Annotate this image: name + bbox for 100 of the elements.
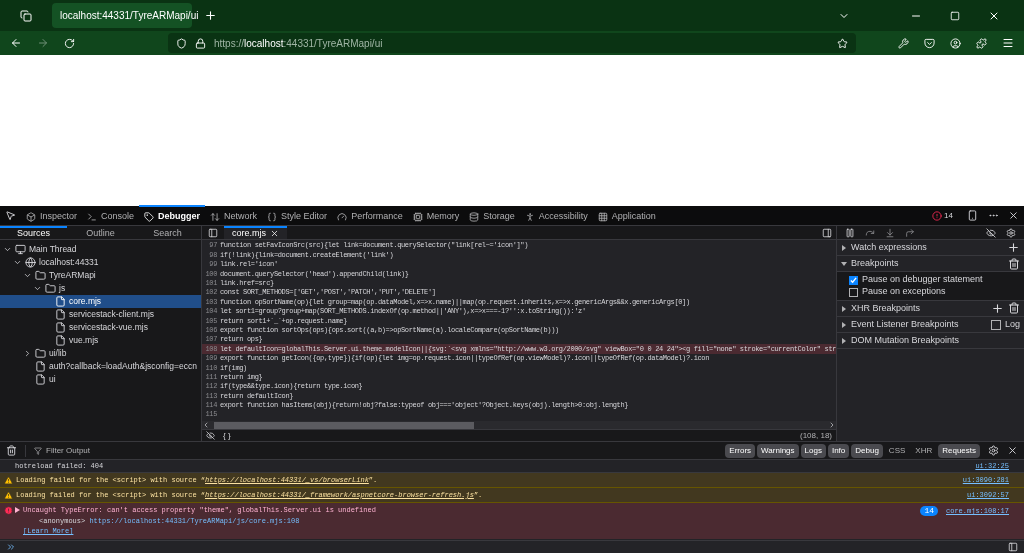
- prompt-icon: [6, 542, 16, 552]
- account-icon[interactable]: [950, 37, 961, 49]
- error-count[interactable]: 14: [932, 209, 953, 222]
- wrench-icon[interactable]: [898, 37, 909, 49]
- caret-icon: [841, 244, 847, 251]
- settings-icon[interactable]: [1006, 227, 1016, 238]
- cursor-position: (108, 18): [799, 429, 832, 442]
- section-header[interactable]: DOM Mutation Breakpoints: [837, 333, 1024, 349]
- expand-caret-icon[interactable]: [15, 507, 20, 514]
- arrows-icon: [210, 211, 221, 222]
- devtools-tab[interactable]: Network: [205, 205, 263, 226]
- devtools-tab[interactable]: Performance: [332, 205, 408, 226]
- settings-icon[interactable]: [988, 445, 999, 456]
- lock-icon: [195, 37, 206, 49]
- devtools-tab[interactable]: Application: [592, 205, 661, 226]
- section-header[interactable]: XHR Breakpoints: [837, 301, 1024, 317]
- tree-item[interactable]: ui/lib: [0, 347, 201, 360]
- log-checkbox[interactable]: [990, 319, 1001, 330]
- devtools-tab[interactable]: Accessibility: [519, 205, 593, 226]
- panel-toggle-icon[interactable]: [822, 227, 832, 238]
- section-header[interactable]: Watch expressions: [837, 240, 1024, 256]
- devtools-tab[interactable]: Inspector: [21, 205, 83, 226]
- database-icon: [469, 211, 480, 222]
- star-icon[interactable]: [837, 37, 848, 49]
- tree-item[interactable]: TyreARMapi: [0, 269, 201, 282]
- new-tab-icon[interactable]: [204, 9, 217, 22]
- tree-item[interactable]: js: [0, 282, 201, 295]
- tree-item[interactable]: localhost:44331: [0, 256, 201, 269]
- blackbox-icon[interactable]: [206, 431, 215, 440]
- repeat-count: 14: [920, 506, 938, 516]
- folder-icon: [35, 270, 46, 281]
- filter-button[interactable]: Logs: [800, 443, 826, 458]
- sidebar-toggle-icon[interactable]: [208, 227, 218, 238]
- devtools-tab[interactable]: Memory: [407, 205, 465, 226]
- back-icon[interactable]: [10, 37, 22, 49]
- pause-icon[interactable]: [845, 227, 855, 238]
- scroll-right-icon[interactable]: [828, 421, 836, 429]
- maximize-icon[interactable]: [950, 10, 960, 21]
- monitor-icon: [15, 244, 26, 255]
- filter-button[interactable]: CSS: [884, 443, 910, 458]
- close-icon[interactable]: [1008, 210, 1019, 221]
- filter-button[interactable]: Info: [827, 443, 850, 458]
- pretty-print-button[interactable]: { }: [223, 429, 231, 442]
- error-icon: [932, 210, 943, 221]
- devtools-tab[interactable]: Style Editor: [262, 205, 333, 226]
- trash-icon[interactable]: [6, 445, 17, 456]
- filter-button[interactable]: Errors: [725, 443, 756, 458]
- checkbox-label: Pause on debugger statement: [862, 273, 983, 287]
- tree-item[interactable]: Main Thread: [0, 243, 201, 256]
- file-tab[interactable]: core.mjs: [224, 226, 287, 239]
- panel-tab[interactable]: Outline: [67, 226, 134, 239]
- filter-button[interactable]: Requests: [938, 443, 980, 458]
- editor-toggle-icon[interactable]: [1008, 542, 1018, 552]
- trash-icon[interactable]: [1008, 257, 1020, 270]
- close-icon[interactable]: [1007, 445, 1018, 456]
- file-icon: [55, 296, 66, 307]
- braces-icon: [267, 211, 278, 222]
- section-header[interactable]: Event Listener Breakpoints Log: [837, 317, 1024, 333]
- error-icon: [4, 506, 13, 515]
- reload-icon[interactable]: [64, 37, 75, 49]
- add-icon[interactable]: [991, 302, 1004, 315]
- tree-item[interactable]: servicestack-vue.mjs: [0, 321, 201, 334]
- menu-icon[interactable]: [1002, 37, 1014, 49]
- checkbox[interactable]: [849, 287, 858, 297]
- close-icon[interactable]: [270, 229, 279, 238]
- devtools-tab[interactable]: Storage: [464, 205, 520, 226]
- tab-list-icon[interactable]: [20, 9, 32, 22]
- step-out-icon[interactable]: [905, 227, 915, 238]
- filter-field[interactable]: Filter Output: [25, 444, 325, 457]
- devtools-tab[interactable]: Console: [82, 205, 140, 226]
- filter-button[interactable]: Warnings: [757, 443, 799, 458]
- filter-button[interactable]: XHR: [911, 443, 937, 458]
- tree-item[interactable]: vue.mjs: [0, 334, 201, 347]
- tree-item[interactable]: ui: [0, 373, 201, 386]
- panel-tab[interactable]: Sources: [0, 226, 67, 239]
- pocket-icon[interactable]: [924, 37, 935, 49]
- filter-button[interactable]: Debug: [851, 443, 883, 458]
- step-over-icon[interactable]: [865, 227, 875, 238]
- scroll-left-icon[interactable]: [202, 421, 210, 429]
- deactivate-icon[interactable]: [986, 227, 996, 238]
- caret-icon: [841, 260, 847, 267]
- file-icon: [55, 309, 66, 320]
- tree-item[interactable]: core.mjs: [0, 295, 201, 308]
- globe-icon: [25, 257, 36, 268]
- folder-icon: [45, 283, 56, 294]
- panel-tab[interactable]: Search: [134, 226, 201, 239]
- tree-item[interactable]: auth?callback=loadAuth&jsconfig=eccn: [0, 360, 201, 373]
- checkbox[interactable]: [849, 275, 858, 285]
- url-field[interactable]: https://localhost:44331/TyreARMapi/ui: [168, 33, 856, 53]
- puzzle-icon[interactable]: [976, 37, 987, 49]
- step-in-icon[interactable]: [885, 227, 895, 238]
- add-icon[interactable]: [1007, 241, 1020, 254]
- caret-icon: [841, 321, 847, 328]
- log-label: Log: [1004, 317, 1020, 331]
- responsive-icon[interactable]: [967, 210, 978, 221]
- tree-item[interactable]: servicestack-client.mjs: [0, 308, 201, 321]
- trash-icon[interactable]: [1008, 302, 1020, 314]
- scrollbar-thumb[interactable]: [214, 421, 474, 429]
- picker-icon[interactable]: [5, 210, 16, 221]
- box-icon: [26, 211, 36, 222]
